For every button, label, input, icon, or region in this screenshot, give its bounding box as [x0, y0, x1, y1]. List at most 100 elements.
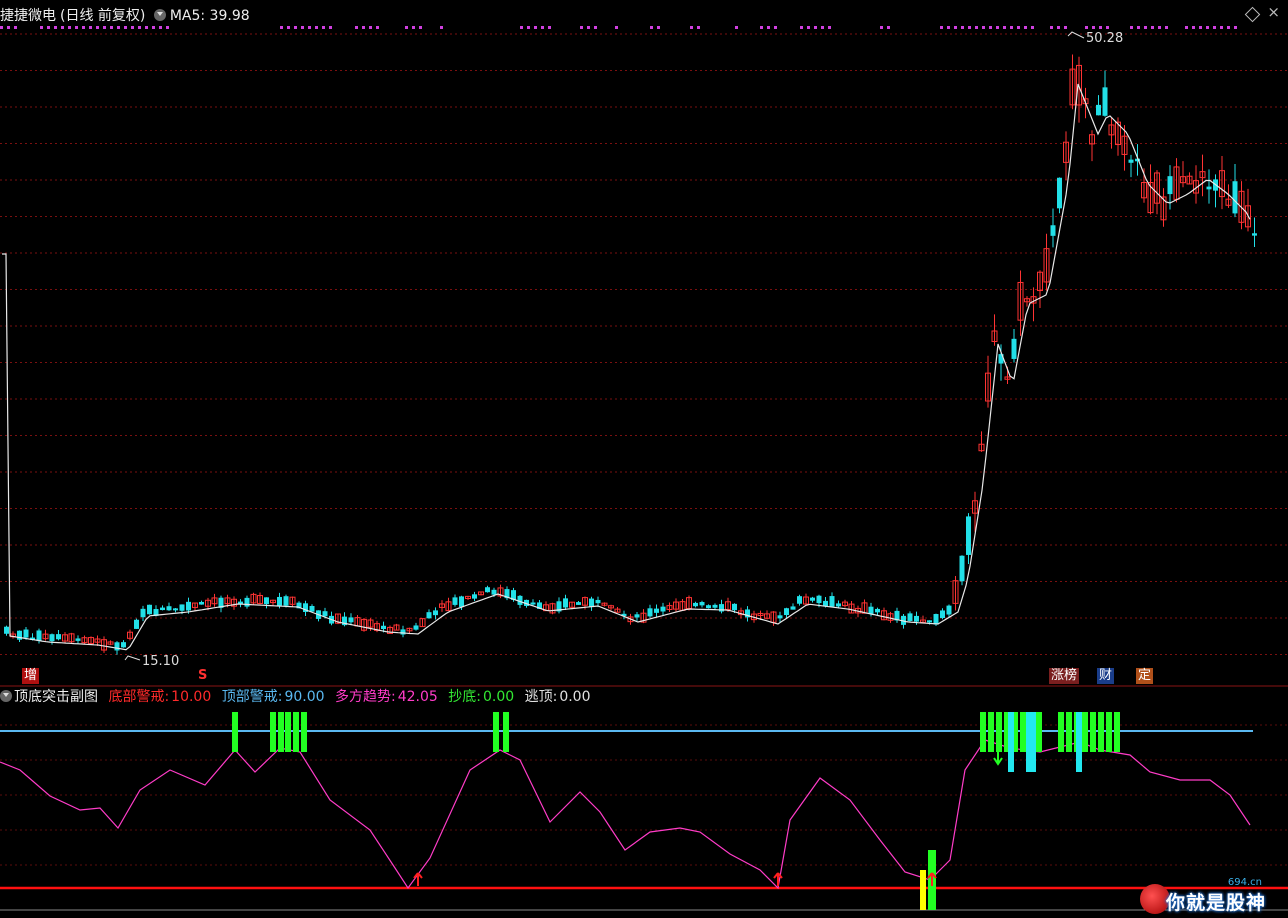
top-event-marks [0, 26, 1237, 29]
candlesticks[interactable] [4, 54, 1257, 655]
buy-bottom-label: 抄底: [448, 689, 481, 705]
event-mark [1092, 26, 1095, 29]
event-mark [301, 26, 304, 29]
sub-chart-title[interactable]: 顶底突击副图 [14, 689, 98, 705]
candle-body [348, 617, 354, 623]
badge-zhangbang[interactable]: 涨榜 [1049, 668, 1080, 684]
alert-bar [1058, 712, 1064, 752]
event-mark [159, 26, 162, 29]
candle-body [283, 596, 289, 606]
candle-body [199, 601, 204, 605]
candle-body [277, 596, 282, 606]
high-price-label: 50.28 [1086, 31, 1123, 46]
candle-body [576, 602, 581, 605]
event-mark [152, 26, 155, 29]
candle-body [1102, 87, 1108, 116]
candle-body [816, 595, 822, 604]
candle-body [868, 606, 874, 614]
candle-body [147, 604, 152, 615]
alert-bar [293, 712, 299, 752]
top-alert-label: 顶部警戒: [221, 689, 283, 705]
event-mark [1010, 26, 1013, 29]
candle-body [660, 606, 666, 612]
event-mark [1158, 26, 1161, 29]
event-mark [968, 26, 971, 29]
candle-body [413, 625, 419, 630]
candle-body [1206, 186, 1212, 190]
candle-body [699, 602, 705, 606]
alert-bar [232, 712, 238, 752]
alert-bar [1106, 712, 1112, 752]
event-mark [131, 26, 134, 29]
event-mark [961, 26, 964, 29]
event-mark [412, 26, 415, 29]
event-mark [1099, 26, 1102, 29]
event-mark [166, 26, 169, 29]
event-mark [1017, 26, 1020, 29]
event-mark [650, 26, 653, 29]
event-mark [1165, 26, 1168, 29]
dropdown-icon[interactable] [153, 9, 166, 21]
ma5-path [2, 83, 1251, 651]
chart-canvas[interactable]: 50.28 15.10 [0, 0, 1288, 918]
event-mark [61, 26, 64, 29]
candle-body [530, 602, 536, 605]
event-mark [7, 26, 10, 29]
candle-body [4, 626, 9, 634]
candle-body [1232, 181, 1238, 214]
escape-bar [1076, 712, 1082, 772]
low-arrow [124, 655, 141, 661]
event-mark [322, 26, 325, 29]
escape-bar [1008, 712, 1014, 772]
event-mark [405, 26, 408, 29]
event-mark [774, 26, 777, 29]
candle-body [160, 607, 165, 611]
alert-bar [1090, 712, 1096, 752]
event-mark [690, 26, 693, 29]
price-annotations: 50.28 15.10 [124, 31, 1123, 669]
event-mark [47, 26, 50, 29]
event-mark [89, 26, 92, 29]
candle-body [712, 604, 718, 608]
event-mark [110, 26, 113, 29]
badge-s[interactable]: S [196, 668, 209, 684]
alert-bar [988, 712, 994, 752]
close-icon[interactable]: × [1267, 3, 1280, 21]
badge-ding[interactable]: 定 [1136, 668, 1154, 684]
candle-body [589, 598, 594, 608]
sub-dropdown-icon[interactable] [0, 690, 12, 702]
sub-chart-header: 顶底突击副图 底部警戒: 10.00 顶部警戒: 90.00 多方趋势: 42.05 … [0, 687, 592, 707]
alert-bar [1114, 712, 1120, 752]
candle-body [179, 604, 185, 611]
event-mark [1137, 26, 1140, 29]
high-arrow [1067, 31, 1085, 39]
event-mark [527, 26, 530, 29]
event-mark [520, 26, 523, 29]
event-mark [996, 26, 999, 29]
candle-body [914, 615, 919, 622]
candle-body [166, 606, 172, 611]
event-mark [96, 26, 99, 29]
candle-body [49, 634, 55, 642]
event-mark [1130, 26, 1133, 29]
candle-body [836, 603, 841, 607]
candle-body [426, 612, 432, 619]
event-mark [982, 26, 985, 29]
watermark-site: 694.cn [1227, 877, 1262, 888]
buy-bottom-value: 0.00 [482, 689, 515, 705]
stock-name[interactable]: 捷捷微电 [0, 8, 56, 24]
event-mark [541, 26, 544, 29]
event-mark [989, 26, 992, 29]
candle-body [829, 596, 835, 607]
candle-body [433, 610, 438, 616]
buy-arrow-icon [773, 872, 783, 886]
badge-cai[interactable]: 财 [1097, 668, 1115, 684]
candle-body [732, 603, 737, 611]
alert-bar [1066, 712, 1072, 752]
event-mark [1024, 26, 1027, 29]
sub-chart[interactable] [0, 712, 1288, 911]
escape-bar [1030, 712, 1036, 772]
badge-zeng[interactable]: 增 [22, 668, 40, 684]
event-mark [760, 26, 763, 29]
candle-body [452, 597, 458, 605]
